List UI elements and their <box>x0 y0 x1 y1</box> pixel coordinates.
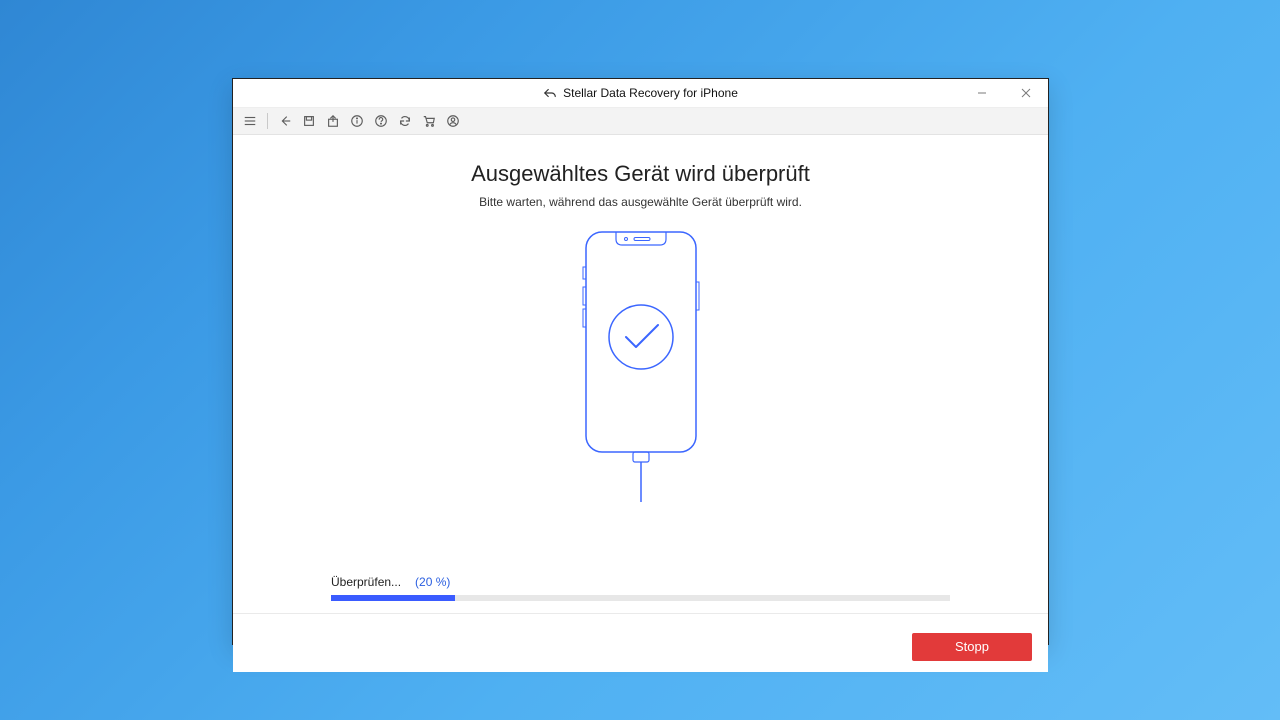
toolbar-separator <box>267 113 268 129</box>
titlebar-center: Stellar Data Recovery for iPhone <box>233 86 1048 100</box>
refresh-icon[interactable] <box>394 110 416 132</box>
titlebar: Stellar Data Recovery for iPhone <box>233 79 1048 108</box>
progress-bar-fill <box>331 595 455 601</box>
stop-button[interactable]: Stopp <box>912 633 1032 661</box>
desktop-background: Stellar Data Recovery for iPhone <box>0 0 1280 720</box>
undo-arrow-icon <box>543 87 557 99</box>
cart-icon[interactable] <box>418 110 440 132</box>
app-window: Stellar Data Recovery for iPhone <box>232 78 1049 645</box>
toolbar <box>233 108 1048 135</box>
info-icon[interactable] <box>346 110 368 132</box>
window-title: Stellar Data Recovery for iPhone <box>563 86 738 100</box>
help-icon[interactable] <box>370 110 392 132</box>
page-headline: Ausgewähltes Gerät wird überprüft <box>233 161 1048 187</box>
footer: Stopp <box>233 622 1048 672</box>
progress-section: Überprüfen... (20 %) <box>233 575 1048 614</box>
page-subline: Bitte warten, während das ausgewählte Ge… <box>233 195 1048 209</box>
progress-label-row: Überprüfen... (20 %) <box>331 575 950 589</box>
content-area: Ausgewähltes Gerät wird überprüft Bitte … <box>233 161 1048 672</box>
phone-check-icon <box>576 227 706 502</box>
export-icon[interactable] <box>322 110 344 132</box>
save-icon[interactable] <box>298 110 320 132</box>
progress-status-label: Überprüfen... <box>331 575 401 589</box>
minimize-button[interactable] <box>960 79 1004 107</box>
window-controls <box>960 79 1048 107</box>
device-illustration <box>233 227 1048 502</box>
close-button[interactable] <box>1004 79 1048 107</box>
back-icon[interactable] <box>274 110 296 132</box>
menu-icon[interactable] <box>239 110 261 132</box>
progress-bar <box>331 595 950 601</box>
progress-percent-label: (20 %) <box>415 575 450 589</box>
user-icon[interactable] <box>442 110 464 132</box>
